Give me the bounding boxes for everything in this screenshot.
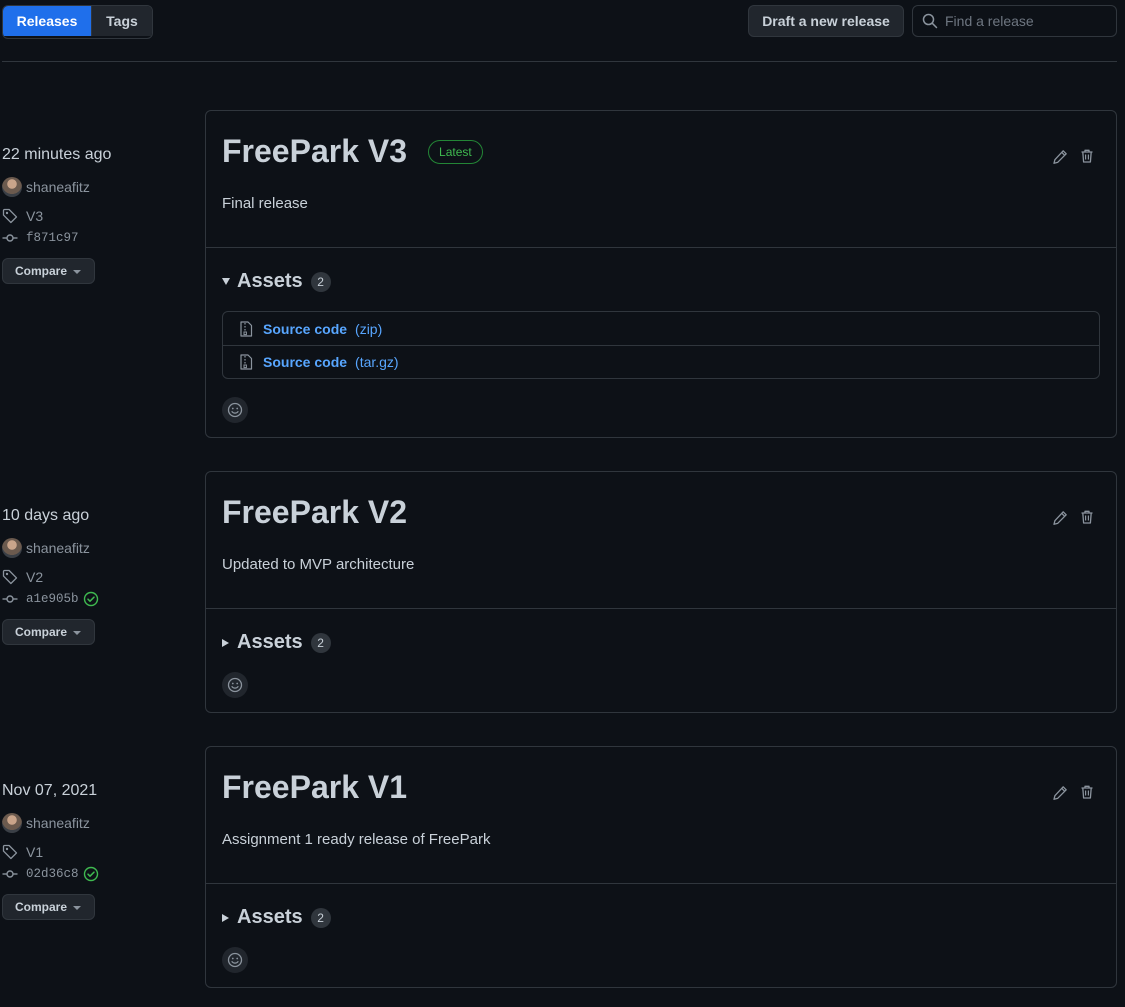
trash-icon[interactable] <box>1079 509 1095 525</box>
trash-icon[interactable] <box>1079 784 1095 800</box>
tag-name[interactable]: V3 <box>26 208 43 224</box>
asset-name[interactable]: Source code <box>263 321 347 337</box>
releases-toolbar: Releases Tags Draft a new release <box>0 0 1125 62</box>
asset-extension[interactable]: (zip) <box>355 321 382 337</box>
toolbar-divider <box>2 61 1117 62</box>
commit-sha[interactable]: 02d36c8 <box>26 867 79 881</box>
tab-tags[interactable]: Tags <box>91 6 152 36</box>
release-date[interactable]: 10 days ago <box>2 507 89 525</box>
asset-item[interactable]: Source code (tar.gz) <box>223 345 1099 378</box>
search-icon <box>922 13 938 29</box>
author-name[interactable]: shaneafitz <box>26 540 90 556</box>
card-divider <box>206 247 1116 248</box>
release-title-row: FreePark V1 <box>222 769 407 806</box>
release-title[interactable]: FreePark V2 <box>222 494 407 531</box>
add-reaction-button[interactable] <box>222 672 248 698</box>
releases-tags-switch: Releases Tags <box>2 5 153 39</box>
tag-icon <box>2 844 18 860</box>
compare-label: Compare <box>15 264 68 278</box>
release-author[interactable]: shaneafitz <box>2 177 90 197</box>
assets-count-badge: 2 <box>310 907 331 928</box>
compare-button[interactable]: Compare <box>2 258 95 284</box>
commit-icon <box>2 234 18 242</box>
author-name[interactable]: shaneafitz <box>26 179 90 195</box>
assets-toggle[interactable]: Assets 2 <box>222 631 331 654</box>
compare-label: Compare <box>15 900 68 914</box>
verified-check-icon[interactable] <box>83 866 99 882</box>
card-divider <box>206 883 1116 884</box>
avatar <box>2 177 22 197</box>
tab-releases[interactable]: Releases <box>3 6 91 36</box>
commit-sha[interactable]: f871c97 <box>26 231 79 245</box>
assets-label: Assets <box>237 270 303 292</box>
tag-name[interactable]: V2 <box>26 569 43 585</box>
chevron-down-icon <box>73 631 81 635</box>
release-card: FreePark V1 Assignment 1 ready release o… <box>205 746 1117 988</box>
release-author[interactable]: shaneafitz <box>2 538 90 558</box>
triangle-right-icon <box>222 638 229 647</box>
release-card: FreePark V2 Updated to MVP architecture … <box>205 471 1117 713</box>
release-commit[interactable]: 02d36c8 <box>2 866 99 882</box>
smiley-icon <box>227 952 243 968</box>
commit-icon <box>2 595 18 603</box>
assets-toggle[interactable]: Assets 2 <box>222 906 331 929</box>
release-title[interactable]: FreePark V3 <box>222 133 407 170</box>
release-title[interactable]: FreePark V1 <box>222 769 407 806</box>
pencil-icon[interactable] <box>1052 785 1068 801</box>
triangle-right-icon <box>222 913 229 922</box>
tag-icon <box>2 569 18 585</box>
release-description: Assignment 1 ready release of FreePark <box>222 831 491 848</box>
find-release-search[interactable] <box>912 5 1117 37</box>
release-date[interactable]: Nov 07, 2021 <box>2 782 97 800</box>
release-tag[interactable]: V3 <box>2 208 43 224</box>
assets-toggle[interactable]: Assets 2 <box>222 270 331 293</box>
asset-item[interactable]: Source code (zip) <box>223 312 1099 345</box>
release-date[interactable]: 22 minutes ago <box>2 146 111 164</box>
triangle-down-icon <box>222 278 230 285</box>
draft-new-release-button[interactable]: Draft a new release <box>748 5 904 37</box>
file-zip-icon <box>240 354 253 370</box>
pencil-icon[interactable] <box>1052 510 1068 526</box>
release-card: FreePark V3 Latest Final release Assets … <box>205 110 1117 438</box>
chevron-down-icon <box>73 270 81 274</box>
release-commit[interactable]: a1e905b <box>2 591 99 607</box>
release-tag[interactable]: V1 <box>2 844 43 860</box>
compare-button[interactable]: Compare <box>2 894 95 920</box>
release-description: Final release <box>222 195 308 212</box>
avatar <box>2 813 22 833</box>
assets-count-badge: 2 <box>310 632 331 653</box>
trash-icon[interactable] <box>1079 148 1095 164</box>
smiley-icon <box>227 677 243 693</box>
asset-extension[interactable]: (tar.gz) <box>355 354 399 370</box>
commit-icon <box>2 870 18 878</box>
assets-count-badge: 2 <box>310 271 331 292</box>
tag-icon <box>2 208 18 224</box>
card-divider <box>206 608 1116 609</box>
compare-label: Compare <box>15 625 68 639</box>
tag-name[interactable]: V1 <box>26 844 43 860</box>
avatar <box>2 538 22 558</box>
compare-button[interactable]: Compare <box>2 619 95 645</box>
add-reaction-button[interactable] <box>222 947 248 973</box>
release-description: Updated to MVP architecture <box>222 556 415 573</box>
assets-label: Assets <box>237 631 303 653</box>
release-author[interactable]: shaneafitz <box>2 813 90 833</box>
latest-badge: Latest <box>428 139 483 164</box>
search-input[interactable] <box>945 13 1105 29</box>
asset-name[interactable]: Source code <box>263 354 347 370</box>
chevron-down-icon <box>73 906 81 910</box>
release-commit[interactable]: f871c97 <box>2 230 79 246</box>
commit-sha[interactable]: a1e905b <box>26 592 79 606</box>
smiley-icon <box>227 402 243 418</box>
pencil-icon[interactable] <box>1052 149 1068 165</box>
add-reaction-button[interactable] <box>222 397 248 423</box>
release-title-row: FreePark V3 Latest <box>222 133 483 170</box>
asset-list: Source code (zip) Source code (tar.gz) <box>222 311 1100 379</box>
assets-label: Assets <box>237 906 303 928</box>
release-title-row: FreePark V2 <box>222 494 407 531</box>
release-tag[interactable]: V2 <box>2 569 43 585</box>
file-zip-icon <box>240 320 253 337</box>
author-name[interactable]: shaneafitz <box>26 815 90 831</box>
verified-check-icon[interactable] <box>83 591 99 607</box>
